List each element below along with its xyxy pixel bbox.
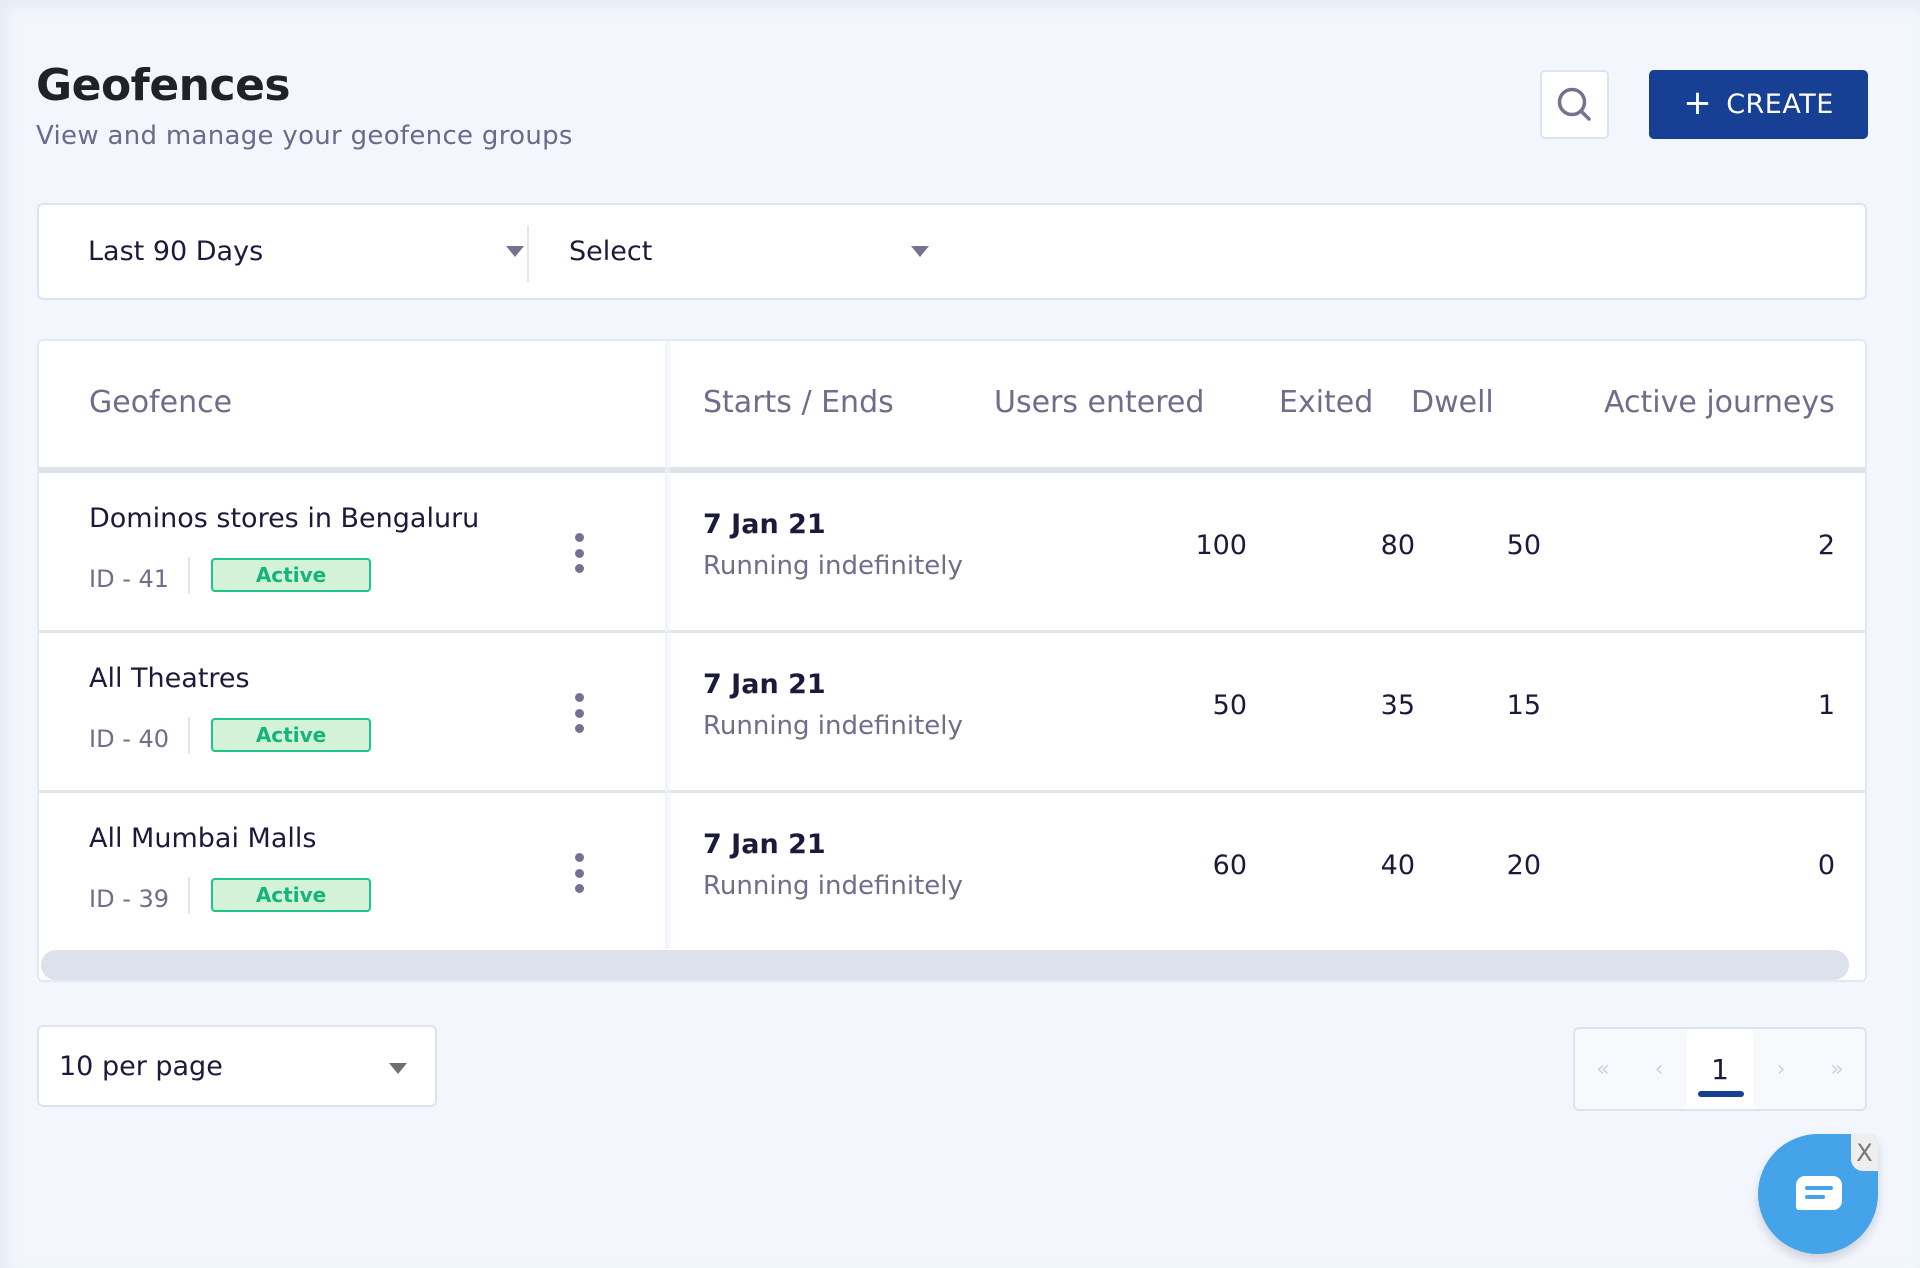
id-divider [188, 877, 190, 914]
page-subtitle: View and manage your geofence groups [36, 121, 573, 151]
start-date: 7 Jan 21 [703, 829, 826, 860]
geofence-table: Geofence Starts / Ends Users entered Exi… [37, 339, 1867, 982]
id-divider [188, 557, 190, 594]
end-status: Running indefinitely [703, 711, 963, 741]
status-select[interactable]: Select [569, 205, 939, 298]
status-select-value: Select [569, 236, 653, 267]
active-journeys-value: 0 [1817, 850, 1835, 881]
first-page-button[interactable]: « [1575, 1029, 1631, 1109]
page-1-button[interactable]: 1 [1687, 1029, 1753, 1109]
dwell-value: 20 [1506, 850, 1541, 881]
more-options-icon[interactable] [569, 693, 589, 733]
create-button[interactable]: + CREATE [1649, 70, 1868, 139]
next-page-button[interactable]: › [1753, 1029, 1809, 1109]
chevron-down-icon [389, 1063, 407, 1074]
previous-page-button[interactable]: ‹ [1631, 1029, 1687, 1109]
table-row[interactable]: All Mumbai Malls ID - 39 Active 7 Jan 21… [39, 793, 1865, 953]
filter-bar: Last 90 Days Select [37, 203, 1867, 300]
per-page-select[interactable]: 10 per page [37, 1025, 437, 1107]
create-button-label: CREATE [1726, 89, 1834, 120]
date-range-value: Last 90 Days [88, 236, 264, 267]
column-header-starts-ends[interactable]: Starts / Ends [703, 385, 894, 420]
per-page-value: 10 per page [59, 1050, 223, 1082]
id-divider [188, 717, 190, 754]
chevron-down-icon [506, 246, 524, 257]
column-header-users-entered[interactable]: Users entered [994, 385, 1204, 420]
status-badge: Active [211, 718, 371, 752]
geofence-name[interactable]: All Mumbai Malls [89, 823, 316, 854]
start-date: 7 Jan 21 [703, 509, 826, 540]
users-entered-value: 100 [1195, 530, 1247, 561]
table-header: Geofence Starts / Ends Users entered Exi… [39, 341, 1865, 467]
more-options-icon[interactable] [569, 533, 589, 573]
sticky-column-shadow [665, 341, 673, 949]
chat-bubble-icon [1796, 1176, 1842, 1210]
geofence-id: ID - 40 [89, 725, 170, 753]
scrollbar-thumb[interactable] [41, 950, 1849, 980]
users-entered-value: 60 [1212, 850, 1247, 881]
search-button[interactable] [1540, 70, 1609, 139]
active-journeys-value: 1 [1817, 690, 1835, 721]
exited-value: 35 [1380, 690, 1415, 721]
geofence-name[interactable]: All Theatres [89, 663, 250, 694]
exited-value: 80 [1380, 530, 1415, 561]
geofence-name[interactable]: Dominos stores in Bengaluru [89, 503, 479, 534]
column-header-exited[interactable]: Exited [1279, 385, 1373, 420]
active-journeys-value: 2 [1817, 530, 1835, 561]
column-header-geofence[interactable]: Geofence [89, 385, 232, 420]
geofence-id: ID - 39 [89, 885, 170, 913]
chat-close-button[interactable]: X [1851, 1134, 1878, 1171]
date-range-select[interactable]: Last 90 Days [88, 205, 524, 298]
dwell-value: 50 [1506, 530, 1541, 561]
column-header-active-journeys[interactable]: Active journeys [1604, 385, 1835, 420]
pagination: « ‹ 1 › » [1573, 1027, 1867, 1111]
table-row[interactable]: Dominos stores in Bengaluru ID - 41 Acti… [39, 473, 1865, 633]
column-header-dwell[interactable]: Dwell [1411, 385, 1494, 420]
chevron-down-icon [911, 246, 929, 257]
last-page-button[interactable]: » [1809, 1029, 1865, 1109]
exited-value: 40 [1380, 850, 1415, 881]
start-date: 7 Jan 21 [703, 669, 826, 700]
search-icon [1557, 87, 1591, 121]
status-badge: Active [211, 878, 371, 912]
chat-widget-button[interactable]: X [1758, 1134, 1878, 1254]
end-status: Running indefinitely [703, 871, 963, 901]
horizontal-scrollbar[interactable] [39, 950, 1865, 980]
more-options-icon[interactable] [569, 853, 589, 893]
table-row[interactable]: All Theatres ID - 40 Active 7 Jan 21 Run… [39, 633, 1865, 793]
status-badge: Active [211, 558, 371, 592]
current-page-number: 1 [1711, 1052, 1729, 1086]
geofence-id: ID - 41 [89, 565, 170, 593]
current-page-indicator [1698, 1091, 1744, 1097]
page-title: Geofences [36, 60, 291, 111]
filter-divider [527, 226, 529, 282]
plus-icon: + [1683, 83, 1713, 123]
dwell-value: 15 [1506, 690, 1541, 721]
end-status: Running indefinitely [703, 551, 963, 581]
users-entered-value: 50 [1212, 690, 1247, 721]
